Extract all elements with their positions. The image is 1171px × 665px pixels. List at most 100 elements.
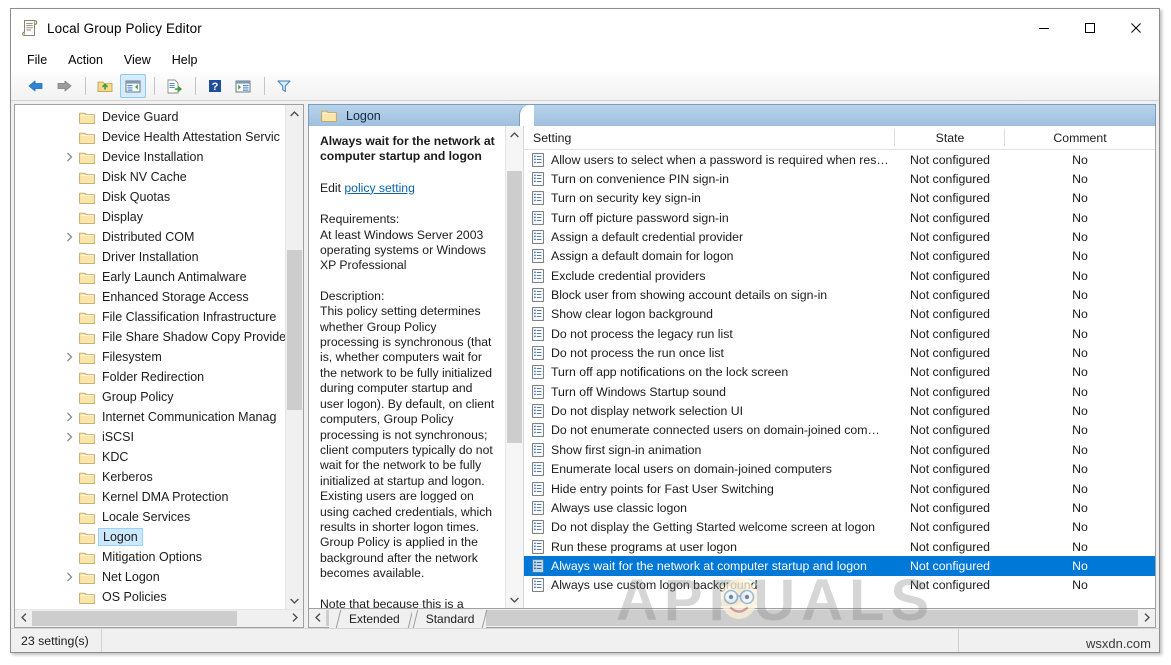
table-row[interactable]: Do not process the run once list Not con… [524,343,1155,362]
list-scroll-right-icon[interactable] [1138,612,1155,624]
tree-item-filesystem[interactable]: Filesystem [15,347,285,367]
tree-item-net-logon[interactable]: Net Logon [15,567,285,587]
chevron-right-icon[interactable] [65,151,77,163]
tree-item-kdc[interactable]: KDC [15,447,285,467]
tree-horizontal-scrollbar[interactable] [15,609,303,627]
table-row[interactable]: Turn on convenience PIN sign-in Not conf… [524,169,1155,188]
minimize-button[interactable] [1021,9,1067,47]
filter-icon[interactable] [271,74,297,98]
table-row[interactable]: Exclude credential providers Not configu… [524,266,1155,285]
table-row[interactable]: Run these programs at user logon Not con… [524,537,1155,556]
show-hide-action-pane-icon[interactable] [230,74,256,98]
maximize-button[interactable] [1067,9,1113,47]
table-row[interactable]: Always wait for the network at computer … [524,556,1155,576]
table-row[interactable]: Do not display network selection UI Not … [524,401,1155,420]
cell-state: Not configured [910,152,990,167]
table-row[interactable]: Assign a default credential provider Not… [524,227,1155,246]
tree-item-folder-redirection[interactable]: Folder Redirection [15,367,285,387]
scroll-right-icon[interactable] [286,613,303,624]
scroll-down-icon[interactable] [286,592,303,609]
column-header-comment[interactable]: Comment [1005,126,1155,149]
tree-item-pin-complexity[interactable]: PIN Complexity [15,607,285,609]
help-icon[interactable]: ? [202,74,228,98]
table-row[interactable]: Always use custom logon background Not c… [524,576,1155,595]
column-header-state[interactable]: State [895,126,1005,149]
policy-setting-icon [532,268,544,283]
tree-item-locale-services[interactable]: Locale Services [15,507,285,527]
edit-policy-setting-link[interactable]: policy setting [344,181,414,195]
table-row[interactable]: Do not enumerate connected users on doma… [524,421,1155,440]
tree-item-device-health-attestation-servic[interactable]: Device Health Attestation Servic [15,127,285,147]
tree-item-mitigation-options[interactable]: Mitigation Options [15,547,285,567]
table-row[interactable]: Turn off app notifications on the lock s… [524,363,1155,382]
folder-icon [79,471,95,484]
tree-item-os-policies[interactable]: OS Policies [15,587,285,607]
description-scroll-up-icon[interactable] [506,126,523,143]
forward-icon[interactable] [51,74,77,98]
table-row[interactable]: Turn on security key sign-in Not configu… [524,189,1155,208]
chevron-right-icon[interactable] [65,231,77,243]
tree-item-group-policy[interactable]: Group Policy [15,387,285,407]
tree-item-logon[interactable]: Logon [15,527,285,547]
tree-item-file-classification-infrastructure[interactable]: File Classification Infrastructure [15,307,285,327]
chevron-right-icon[interactable] [65,571,77,583]
tree-item-disk-nv-cache[interactable]: Disk NV Cache [15,167,285,187]
chevron-right-icon[interactable] [65,431,77,443]
tree-item-kernel-dma-protection[interactable]: Kernel DMA Protection [15,487,285,507]
tree-item-display[interactable]: Display [15,207,285,227]
up-one-level-icon[interactable] [92,74,118,98]
chevron-right-icon[interactable] [65,411,77,423]
column-header-setting[interactable]: Setting [524,126,895,149]
tab-standard[interactable]: Standard [411,610,487,628]
table-row[interactable]: Allow users to select when a password is… [524,150,1155,169]
tree-item-internet-communication-manag[interactable]: Internet Communication Manag [15,407,285,427]
close-button[interactable] [1113,9,1159,47]
scroll-up-icon[interactable] [286,105,303,122]
chevron-right-icon[interactable] [65,351,77,363]
tree-scroll-thumb[interactable] [287,250,302,410]
tree-item-distributed-com[interactable]: Distributed COM [15,227,285,247]
table-row[interactable]: Always use classic logon Not configured … [524,498,1155,517]
description-scroll-down-icon[interactable] [506,591,523,608]
tree-scroll-track[interactable] [286,122,303,592]
menu-view[interactable]: View [124,51,162,69]
tree-hscroll-track[interactable] [32,610,286,627]
table-row[interactable]: Enumerate local users on domain-joined c… [524,460,1155,479]
settings-rows[interactable]: Allow users to select when a password is… [524,150,1155,608]
table-row[interactable]: Block user from showing account details … [524,285,1155,304]
description-scroll-thumb[interactable] [507,171,522,443]
tree-item-device-guard[interactable]: Device Guard [15,107,285,127]
table-row[interactable]: Hide entry points for Fast User Switchin… [524,479,1155,498]
tree-item-early-launch-antimalware[interactable]: Early Launch Antimalware [15,267,285,287]
export-list-icon[interactable] [161,74,187,98]
menu-action[interactable]: Action [68,51,114,69]
table-row[interactable]: Do not process the legacy run list Not c… [524,324,1155,343]
tab-extended[interactable]: Extended [335,610,412,628]
tree-item-driver-installation[interactable]: Driver Installation [15,247,285,267]
menu-file[interactable]: File [27,51,58,69]
folder-icon [321,109,337,122]
tree-item-file-share-shadow-copy-provide[interactable]: File Share Shadow Copy Provide [15,327,285,347]
table-row[interactable]: Show clear logon background Not configur… [524,305,1155,324]
tree-vertical-scrollbar[interactable] [285,105,303,609]
tree-item-kerberos[interactable]: Kerberos [15,467,285,487]
description-scroll-track[interactable] [506,143,523,591]
tree-item-iscsi[interactable]: iSCSI [15,427,285,447]
back-icon[interactable] [23,74,49,98]
tree-list[interactable]: Device Guard Device Health Attestation S… [15,105,285,609]
tree-item-enhanced-storage-access[interactable]: Enhanced Storage Access [15,287,285,307]
list-scroll-left-icon[interactable] [309,612,326,624]
show-hide-console-tree-icon[interactable] [120,74,146,98]
tree-item-disk-quotas[interactable]: Disk Quotas [15,187,285,207]
table-row[interactable]: Do not display the Getting Started welco… [524,518,1155,537]
table-row[interactable]: Assign a default domain for logon Not co… [524,247,1155,266]
tree-hscroll-thumb[interactable] [32,611,237,626]
view-tabs-list[interactable]: Extended Standard [329,609,487,628]
scroll-left-icon[interactable] [15,613,32,624]
table-row[interactable]: Show first sign-in animation Not configu… [524,440,1155,459]
table-row[interactable]: Turn off picture password sign-in Not co… [524,208,1155,227]
description-vertical-scrollbar[interactable] [505,126,523,608]
table-row[interactable]: Turn off Windows Startup sound Not confi… [524,382,1155,401]
tree-item-device-installation[interactable]: Device Installation [15,147,285,167]
menu-help[interactable]: Help [172,51,209,69]
